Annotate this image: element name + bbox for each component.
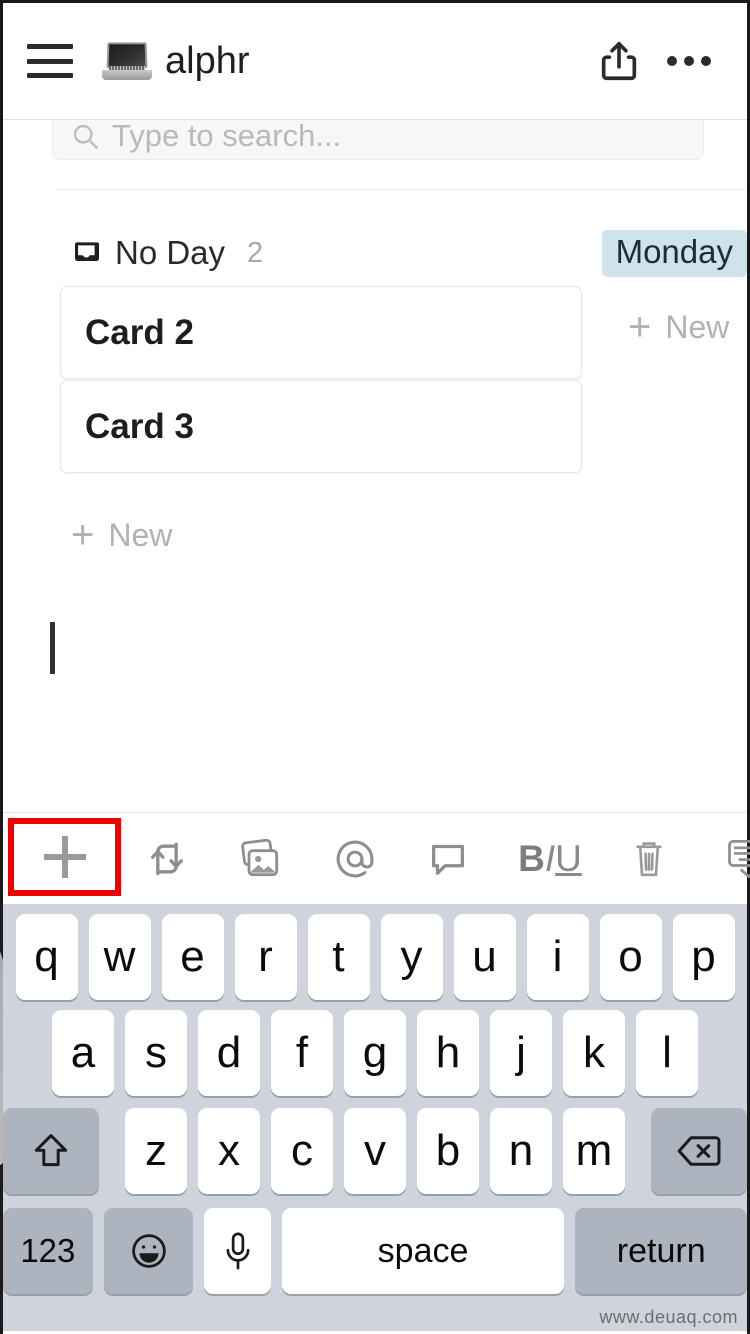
- key-s[interactable]: s: [125, 1009, 187, 1096]
- card-title: Card 3: [85, 406, 194, 446]
- plus-icon: +: [628, 305, 652, 349]
- key-f[interactable]: f: [271, 1009, 333, 1096]
- key-i[interactable]: i: [526, 914, 589, 1000]
- key-m[interactable]: m: [563, 1107, 625, 1194]
- add-new-card-right[interactable]: + New: [628, 307, 729, 347]
- add-button[interactable]: [8, 818, 121, 896]
- key-x[interactable]: x: [198, 1107, 260, 1194]
- no-day-label: No Day: [115, 234, 226, 271]
- plus-icon: [43, 836, 86, 878]
- trash-icon: [636, 841, 662, 876]
- card-title: Card 2: [85, 312, 194, 352]
- key-h[interactable]: h: [417, 1009, 479, 1096]
- emoji-smiley-icon: [131, 1234, 166, 1268]
- key-p[interactable]: p: [672, 914, 735, 1000]
- microphone-icon: [226, 1232, 249, 1270]
- comment-bubble-icon: [431, 844, 465, 875]
- space-key[interactable]: space: [281, 1208, 565, 1294]
- shift-arrow-icon: [34, 1133, 68, 1166]
- key-d[interactable]: d: [198, 1009, 260, 1096]
- at-icon: [336, 840, 374, 877]
- board-area: No Day 2 Monday Card 2 Card 3 + New + Ne…: [3, 160, 747, 810]
- add-new-card-left[interactable]: + New: [71, 515, 172, 555]
- keyboard-row-2: a s d f g h j k l: [3, 1002, 747, 1100]
- header-actions: [591, 33, 721, 89]
- underline-label: U: [555, 837, 582, 879]
- key-o[interactable]: o: [599, 914, 662, 1000]
- plus-icon: +: [71, 513, 95, 557]
- key-u[interactable]: u: [453, 914, 516, 1000]
- brand-block: alphr: [101, 40, 250, 83]
- key-r[interactable]: r: [234, 914, 297, 1000]
- key-e[interactable]: e: [161, 914, 224, 1000]
- key-n[interactable]: n: [490, 1107, 552, 1194]
- no-day-section-header[interactable]: No Day 2: [71, 234, 263, 272]
- site-watermark: www.deuaq.com: [599, 1307, 738, 1327]
- hamburger-icon[interactable]: [27, 44, 73, 78]
- format-toolbar: BIU: [3, 812, 750, 905]
- key-b[interactable]: b: [417, 1107, 479, 1194]
- search-input[interactable]: Type to search...: [112, 118, 341, 154]
- key-z[interactable]: z: [125, 1107, 187, 1194]
- image-button[interactable]: [213, 813, 309, 905]
- delete-button[interactable]: [605, 813, 693, 905]
- italic-label: I: [544, 837, 556, 879]
- screen-root: WAP Type to search... No Day 2 Monday Ca…: [0, 0, 750, 1334]
- dismiss-keyboard-button[interactable]: [705, 813, 750, 905]
- virtual-keyboard: q w e r t y u i o p a s d f g h j k l z …: [3, 904, 747, 1331]
- key-a[interactable]: a: [52, 1009, 114, 1096]
- emoji-key[interactable]: [103, 1208, 194, 1294]
- microphone-key[interactable]: [204, 1208, 271, 1294]
- add-new-label: New: [665, 308, 730, 345]
- card-item[interactable]: Card 3: [60, 380, 582, 473]
- comment-button[interactable]: [401, 813, 495, 905]
- key-g[interactable]: g: [344, 1009, 406, 1096]
- keyboard-row-3: z x c v b n m: [3, 1100, 747, 1198]
- backspace-icon: [677, 1135, 721, 1166]
- keyboard-dismiss-icon: [728, 839, 750, 878]
- key-y[interactable]: y: [380, 914, 443, 1000]
- indent-arrows-icon: [151, 842, 183, 875]
- keyboard-row-4: 123 space return: [3, 1198, 747, 1301]
- key-l[interactable]: l: [636, 1009, 698, 1096]
- page-title: alphr: [165, 39, 250, 82]
- search-icon: [73, 124, 98, 149]
- backspace-key[interactable]: [651, 1107, 747, 1194]
- add-new-label: New: [108, 516, 173, 553]
- monday-badge[interactable]: Monday: [601, 229, 747, 277]
- text-cursor: [50, 622, 55, 674]
- bold-italic-underline-icon: BIU: [518, 838, 582, 880]
- photos-icon: [241, 838, 279, 876]
- card-list: Card 2 Card 3: [60, 286, 582, 474]
- no-day-count: 2: [247, 236, 264, 269]
- key-k[interactable]: k: [563, 1009, 625, 1096]
- inbox-icon: [75, 242, 99, 261]
- day-header-row: No Day 2 Monday: [3, 228, 747, 278]
- laptop-icon: [101, 40, 153, 82]
- key-v[interactable]: v: [344, 1107, 406, 1194]
- more-dots-icon[interactable]: [657, 33, 721, 89]
- bold-label: B: [518, 837, 545, 879]
- numbers-key[interactable]: 123: [3, 1208, 93, 1294]
- key-j[interactable]: j: [490, 1009, 552, 1096]
- shift-key[interactable]: [3, 1107, 99, 1194]
- move-button[interactable]: [121, 813, 213, 905]
- key-q[interactable]: q: [15, 914, 78, 1000]
- return-key[interactable]: return: [575, 1208, 747, 1294]
- app-header: alphr: [3, 3, 747, 120]
- format-button[interactable]: BIU: [495, 813, 605, 905]
- mention-button[interactable]: [309, 813, 401, 905]
- key-t[interactable]: t: [307, 914, 370, 1000]
- keyboard-row-1: q w e r t y u i o p: [3, 904, 747, 1002]
- section-divider: [55, 189, 747, 190]
- key-c[interactable]: c: [271, 1107, 333, 1194]
- key-w[interactable]: w: [88, 914, 151, 1000]
- share-icon[interactable]: [591, 33, 647, 89]
- card-item[interactable]: Card 2: [60, 286, 582, 379]
